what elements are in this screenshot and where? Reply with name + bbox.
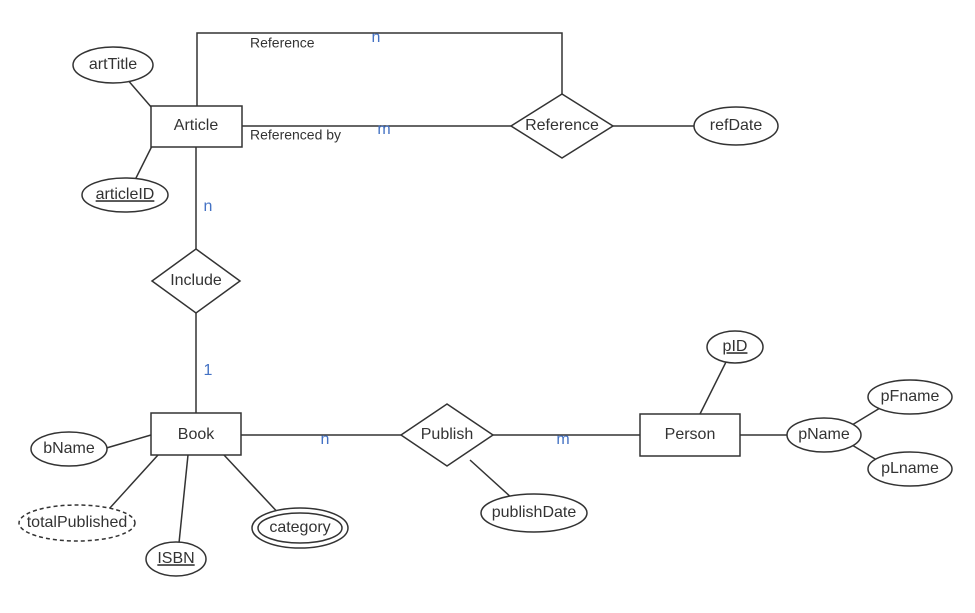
entity-book-label: Book — [178, 426, 215, 443]
edge-person-pid — [700, 360, 727, 414]
attr-totalpublished-label: totalPublished — [27, 514, 128, 531]
attr-refdate-label: refDate — [710, 117, 763, 134]
edge-book-totalpublished — [109, 455, 158, 509]
card-article-reference-bottom: m — [377, 121, 390, 138]
attr-bname-label: bName — [43, 440, 95, 457]
attr-isbn-label: ISBN — [157, 550, 194, 567]
rel-reference-label: Reference — [525, 117, 599, 134]
card-article-include: n — [204, 198, 213, 215]
attr-pname-label: pName — [798, 426, 850, 443]
er-diagram: Article Book Person Reference Include Pu… — [0, 0, 975, 613]
edge-book-bname — [103, 435, 151, 449]
entity-person-label: Person — [665, 426, 716, 443]
attr-articleid-label: articleID — [96, 186, 155, 203]
attr-publishdate-label: publishDate — [492, 504, 577, 521]
card-book-publish: n — [321, 431, 330, 448]
card-book-include: 1 — [204, 362, 213, 379]
role-reference-top: Reference — [250, 35, 315, 51]
rel-publish-label: Publish — [421, 426, 473, 443]
attr-arttitle-label: artTitle — [89, 56, 137, 73]
edge-publish-publishdate — [470, 460, 513, 499]
attr-plname-label: pLname — [881, 460, 939, 477]
attr-pid-label: pID — [723, 338, 748, 355]
role-reference-bottom: Referenced by — [250, 127, 341, 143]
card-person-publish: m — [556, 431, 569, 448]
attr-category-label: category — [269, 519, 330, 536]
edge-article-articleid — [134, 146, 152, 182]
rel-include-label: Include — [170, 272, 222, 289]
entity-article-label: Article — [174, 117, 219, 134]
edge-article-arttitle — [126, 78, 152, 108]
card-article-reference-top: n — [372, 29, 381, 46]
edge-book-category — [224, 455, 283, 518]
attr-pfname-label: pFname — [881, 388, 940, 405]
edge-book-isbn — [179, 455, 188, 543]
